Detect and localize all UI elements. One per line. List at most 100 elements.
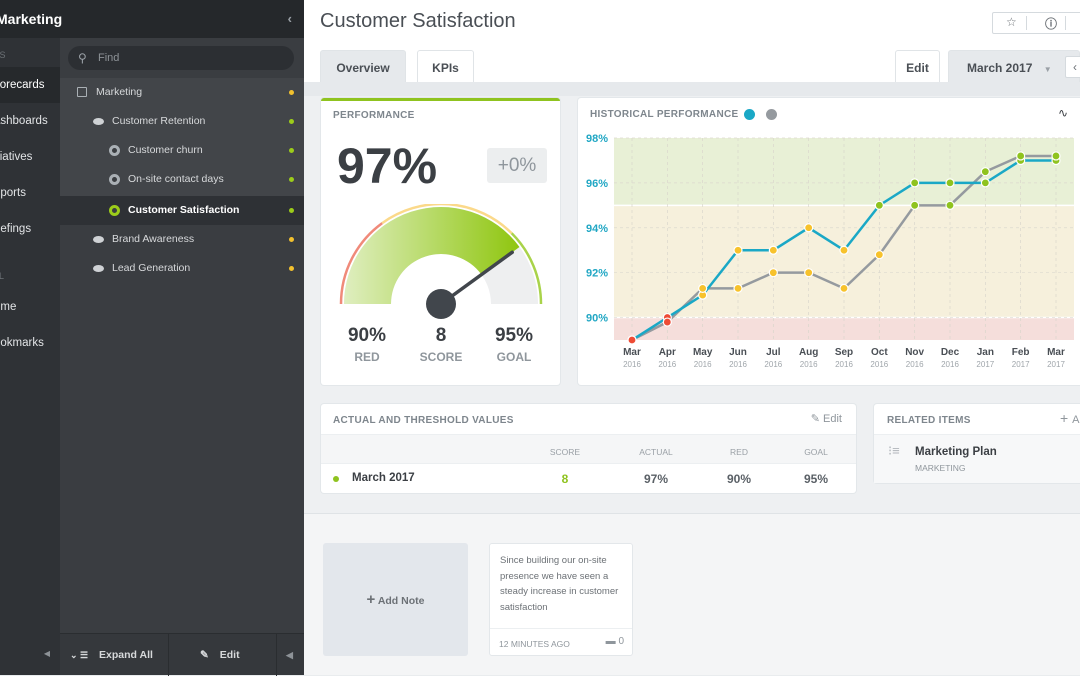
edit-button[interactable]: Edit (895, 50, 940, 82)
tree-row[interactable]: Lead Generation (60, 254, 304, 283)
performance-caption: PERFORMANCE (333, 110, 415, 121)
data-point (874, 200, 884, 210)
nav-section-label: NS (0, 50, 7, 60)
data-point (945, 200, 955, 210)
kpi-icon (109, 205, 120, 216)
tab-kpis[interactable]: KPIs (417, 50, 474, 82)
note-card[interactable]: Since building our on-site presence we h… (489, 543, 633, 656)
header-actions: ☆ ⓘ (992, 12, 1080, 34)
x-tick-year: 2016 (835, 360, 853, 369)
find-input[interactable]: ⚲ Find (68, 46, 294, 70)
nav-item-initiatives[interactable]: itiatives (0, 139, 60, 175)
status-dot (289, 148, 294, 153)
row-actual: 97% (643, 472, 669, 486)
tree-row[interactable]: Customer Retention (60, 107, 304, 136)
data-point (733, 245, 743, 255)
data-point (910, 200, 920, 210)
x-tick-year: 2016 (764, 360, 782, 369)
related-item[interactable]: ⁝≡ Marketing Plan MARKETING (874, 434, 1080, 483)
period-selector[interactable]: March 2017 ▼ (948, 50, 1080, 82)
objective-icon (93, 265, 104, 272)
tab-strip (304, 82, 1080, 96)
nav-item-briefings[interactable]: riefings (0, 211, 60, 247)
primary-nav: NS corecards ashboards itiatives eports … (0, 0, 60, 675)
status-dot (289, 90, 294, 95)
y-tick-label: 92% (586, 268, 608, 280)
x-tick-label: Jul (766, 347, 781, 358)
x-tick-year: 2016 (906, 360, 924, 369)
tree-row-selected[interactable]: Customer Satisfaction (60, 196, 304, 225)
collapse-icon[interactable]: ‹ (288, 0, 292, 38)
tree-row[interactable]: Brand Awareness (60, 225, 304, 254)
nav-item-bookmarks[interactable]: ookmarks (0, 325, 60, 361)
row-red: 90% (726, 472, 752, 486)
performance-card: PERFORMANCE 97% +0% 90% RED 8 SCORE 95% … (321, 98, 560, 385)
data-point (839, 245, 849, 255)
y-tick-label: 90% (586, 313, 608, 325)
tree-row[interactable]: On-site contact days (60, 165, 304, 194)
panel-collapse-icon[interactable]: ◀ (286, 634, 293, 676)
red-label: RED (354, 350, 380, 364)
page-title: Customer Satisfaction (320, 10, 516, 32)
nav-item-reports[interactable]: eports (0, 175, 60, 211)
delta-badge: +0% (487, 148, 547, 183)
col-actual: ACTUAL (639, 447, 673, 457)
data-point (1016, 151, 1026, 161)
x-tick-year: 2017 (976, 360, 994, 369)
nav-collapse-button[interactable]: ◀ (0, 633, 60, 675)
plus-icon: + (366, 591, 376, 608)
nav-item-dashboards[interactable]: ashboards (0, 103, 60, 139)
threshold-card: ACTUAL AND THRESHOLD VALUES ✎ Edit SCORE… (321, 404, 856, 493)
x-tick-label: Sep (835, 347, 853, 358)
nav-item-home[interactable]: ome (0, 289, 60, 325)
tree-row[interactable]: Customer churn (60, 136, 304, 165)
red-value: 90% (347, 325, 387, 346)
x-tick-label: Jun (729, 347, 747, 358)
edit-tree-button[interactable]: ✎ Edit (200, 634, 270, 676)
kpi-icon (109, 174, 120, 185)
historical-chart: 90% 92% 94% 96% 98% Mar 2016 Apr 2016 May 2016 Jun 2… (586, 133, 1074, 369)
data-point (733, 283, 743, 293)
row-period: March 2017 (352, 472, 415, 484)
goal-label: GOAL (496, 350, 532, 364)
expand-icon: ⌄ ☰ (70, 650, 89, 660)
x-tick-year: 2016 (623, 360, 641, 369)
x-tick-label: May (693, 347, 713, 358)
x-tick-year: 2016 (941, 360, 959, 369)
list-icon: ⁝≡ (888, 443, 900, 458)
data-point (698, 283, 708, 293)
data-point (874, 250, 884, 260)
x-tick-label: Mar (623, 347, 641, 358)
comment-count[interactable]: ▬ 0 (606, 636, 624, 647)
app-header: Marketing ‹ (0, 0, 304, 38)
x-tick-year: 2016 (694, 360, 712, 369)
x-tick-year: 2017 (1012, 360, 1030, 369)
status-dot (333, 476, 339, 482)
comment-icon: ▬ (605, 636, 616, 647)
related-caption: RELATED ITEMS (887, 415, 971, 426)
add-related-button[interactable]: + A (1060, 410, 1079, 426)
notes-area: + Add Note Since building our on-site pr… (304, 513, 1080, 675)
data-point (804, 223, 814, 233)
note-time: 12 MINUTES AGO (499, 639, 570, 649)
col-score: SCORE (549, 447, 581, 457)
info-icon[interactable]: ⓘ (1045, 15, 1057, 32)
status-dot (289, 237, 294, 242)
data-point (804, 268, 814, 278)
threshold-edit-button[interactable]: ✎ Edit (811, 412, 842, 425)
tree-row[interactable]: Marketing (60, 78, 304, 107)
expand-all-button[interactable]: ⌄ ☰ Expand All (70, 634, 170, 676)
x-tick-year: 2016 (870, 360, 888, 369)
objective-icon (93, 236, 104, 243)
performance-value: 97% (337, 138, 438, 194)
app-title: Marketing (0, 11, 63, 27)
star-icon[interactable]: ☆ (1006, 15, 1017, 29)
data-point (768, 268, 778, 278)
add-note-button[interactable]: + Add Note (323, 543, 468, 656)
search-icon: ⚲ (78, 51, 87, 65)
nav-item-scorecards[interactable]: corecards (0, 67, 60, 103)
data-point (627, 335, 637, 345)
x-tick-year: 2016 (658, 360, 676, 369)
prev-period-button[interactable]: ‹ (1065, 56, 1080, 78)
tab-overview[interactable]: Overview (320, 50, 406, 82)
